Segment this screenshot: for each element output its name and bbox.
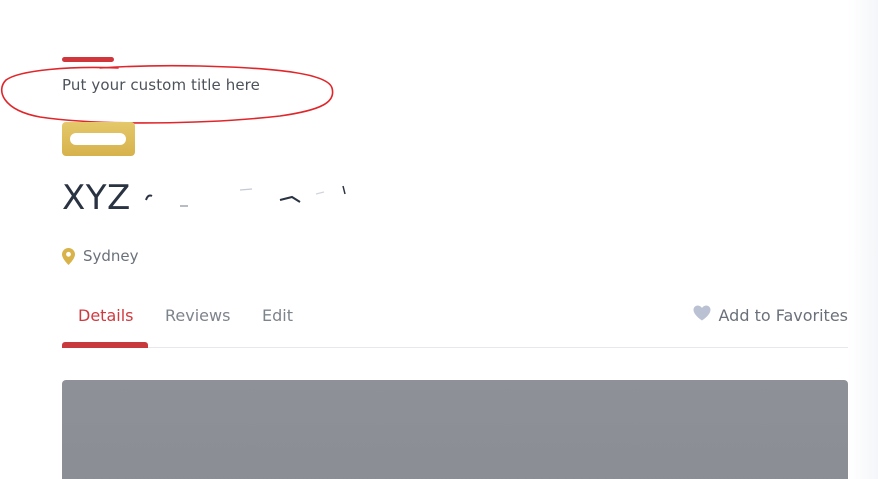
favorites-label: Add to Favorites (718, 305, 848, 325)
tab-reviews[interactable]: Reviews (165, 306, 230, 325)
right-edge-shade (848, 0, 878, 479)
listing-tabs: Details Reviews Edit Add to Favorites (62, 305, 848, 348)
custom-title: Put your custom title here (62, 76, 260, 94)
title-redaction-remnants (145, 185, 346, 207)
listing-gallery-image[interactable] (62, 380, 848, 479)
location-text: Sydney (83, 247, 139, 265)
title-accent-bar (62, 57, 114, 62)
listing-page: Put your custom title here XYZ Sydney De… (0, 0, 878, 479)
listing-title: XYZ (62, 178, 131, 218)
listing-location: Sydney (62, 247, 139, 265)
map-pin-icon (62, 247, 75, 265)
add-to-favorites-button[interactable]: Add to Favorites (693, 305, 848, 325)
active-tab-indicator (62, 342, 148, 348)
heart-icon (693, 305, 711, 325)
badge-redaction (70, 133, 126, 145)
listing-badge (62, 122, 135, 156)
tab-edit[interactable]: Edit (262, 306, 293, 325)
red-ellipse-annotation (1, 64, 334, 124)
tab-details[interactable]: Details (78, 306, 133, 325)
